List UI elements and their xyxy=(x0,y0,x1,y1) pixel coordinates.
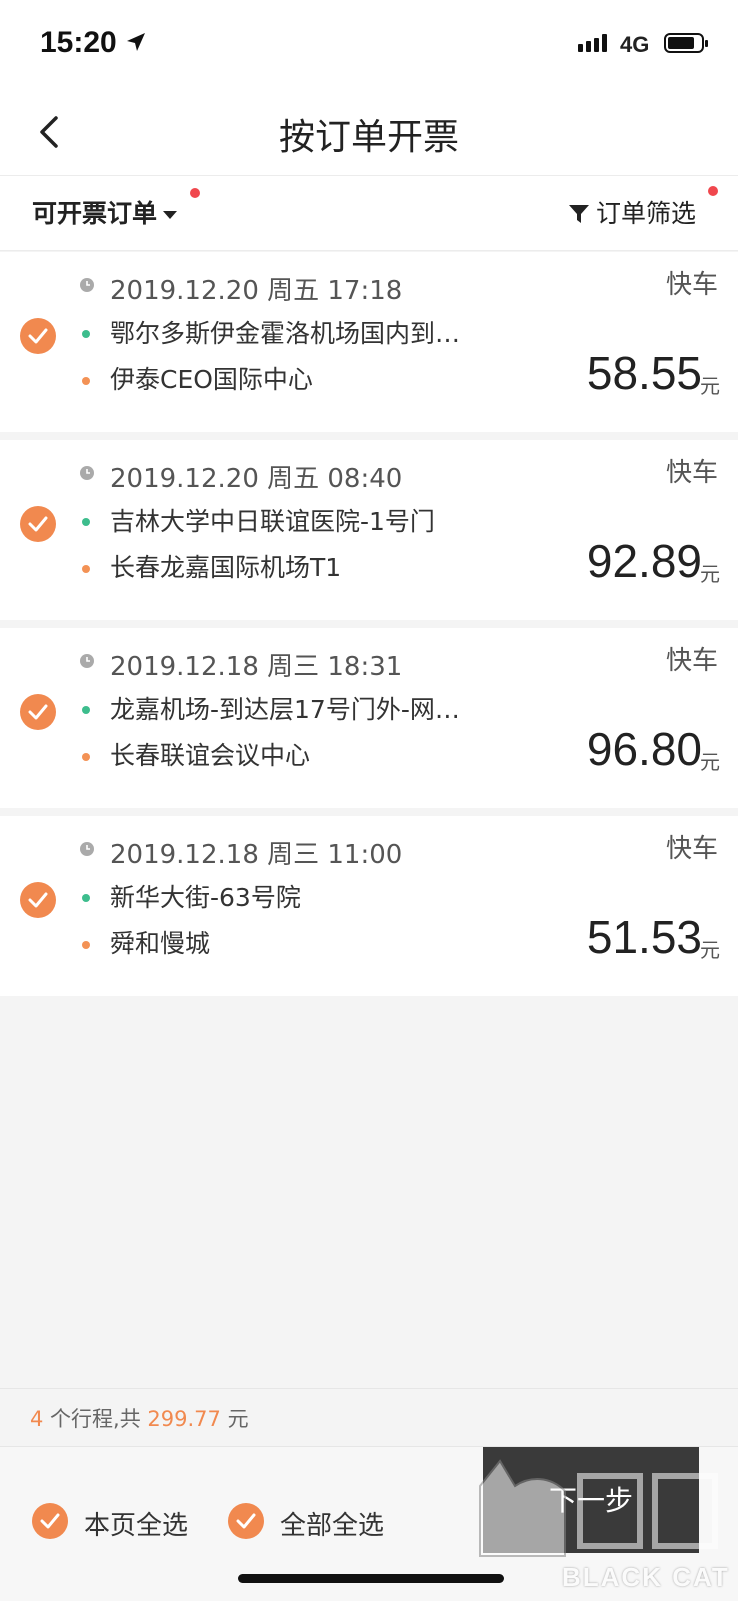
end-point-dot xyxy=(82,565,90,573)
start-point-dot xyxy=(82,706,90,714)
trip-count: 4 xyxy=(30,1407,44,1431)
order-card[interactable]: 2019.12.18 周三 11:00 快车 新华大街-63号院 舜和慢城 51… xyxy=(0,816,738,1004)
order-datetime: 2019.12.18 周三 11:00 xyxy=(110,840,403,870)
start-point-dot xyxy=(82,518,90,526)
select-all-label: 全部全选 xyxy=(280,1511,385,1541)
funnel-icon xyxy=(568,205,589,223)
order-card[interactable]: 2019.12.18 周三 18:31 快车 龙嘉机场-到达层17号门外-网… … xyxy=(0,628,738,816)
order-type: 快车 xyxy=(665,458,718,488)
order-price: 96.80 xyxy=(586,723,702,775)
home-indicator xyxy=(238,1574,504,1583)
end-point-dot xyxy=(82,377,90,385)
order-to: 长春联谊会议中心 xyxy=(110,741,311,770)
notification-dot xyxy=(190,188,200,198)
location-arrow-icon xyxy=(127,33,145,51)
order-datetime: 2019.12.18 周三 18:31 xyxy=(110,652,403,682)
black-cat-logo-icon xyxy=(479,1459,718,1557)
checked-circle-icon[interactable] xyxy=(20,882,56,918)
clock-icon xyxy=(80,842,94,856)
start-point-dot xyxy=(82,894,90,902)
clock-icon xyxy=(80,278,94,292)
order-currency: 元 xyxy=(700,374,720,398)
order-price: 51.53 xyxy=(586,911,702,963)
order-price: 58.55 xyxy=(586,347,702,399)
filter-label: 订单筛选 xyxy=(595,199,696,228)
order-datetime: 2019.12.20 周五 17:18 xyxy=(110,276,403,306)
order-filter-button[interactable]: 订单筛选 xyxy=(568,194,696,230)
clock-icon xyxy=(80,654,94,668)
select-all-toggle[interactable]: 全部全选 xyxy=(228,1503,398,1543)
order-to: 长春龙嘉国际机场T1 xyxy=(110,553,342,582)
order-type: 快车 xyxy=(665,834,718,864)
checked-circle-icon[interactable] xyxy=(20,694,56,730)
page-title: 按订单开票 xyxy=(278,117,459,158)
black-cat-watermark: BLACK CAT xyxy=(470,1456,730,1596)
network-type: 4G xyxy=(620,32,650,57)
summary-text: 4 个行程,共 299.77 元 xyxy=(30,1403,249,1433)
total-unit: 元 xyxy=(220,1407,249,1431)
order-currency: 元 xyxy=(700,750,720,774)
start-point-dot xyxy=(82,330,90,338)
order-from: 鄂尔多斯伊金霍洛机场国内到… xyxy=(110,319,461,348)
select-page-label: 本页全选 xyxy=(84,1511,189,1541)
clock-icon xyxy=(80,466,94,480)
total-amount: 299.77 xyxy=(147,1407,221,1431)
order-currency: 元 xyxy=(700,938,720,962)
checked-circle-icon xyxy=(228,1503,264,1539)
order-card[interactable]: 2019.12.20 周五 08:40 快车 吉林大学中日联谊医院-1号门 长春… xyxy=(0,440,738,628)
order-from: 吉林大学中日联谊医院-1号门 xyxy=(110,507,435,536)
order-price: 92.89 xyxy=(586,535,702,587)
order-card[interactable]: 2019.12.20 周五 17:18 快车 鄂尔多斯伊金霍洛机场国内到… 伊泰… xyxy=(0,252,738,440)
status-bar: 15:20 4G xyxy=(0,0,738,90)
order-from: 新华大街-63号院 xyxy=(110,883,301,912)
filter-bar: 可开票订单 订单筛选 xyxy=(0,176,738,251)
watermark-text: BLACK CAT xyxy=(562,1562,730,1592)
order-datetime: 2019.12.20 周五 08:40 xyxy=(110,464,403,494)
checked-circle-icon xyxy=(32,1503,68,1539)
select-page-toggle[interactable]: 本页全选 xyxy=(32,1503,202,1543)
order-to: 舜和慢城 xyxy=(110,929,211,958)
order-type: 快车 xyxy=(665,270,718,300)
dropdown-label: 可开票订单 xyxy=(32,199,158,228)
summary-label: 个行程,共 xyxy=(43,1407,148,1431)
order-to: 伊泰CEO国际中心 xyxy=(110,365,313,394)
invoiceable-orders-dropdown[interactable]: 可开票订单 xyxy=(32,194,178,230)
order-type: 快车 xyxy=(665,646,718,676)
caret-down-icon xyxy=(163,211,178,219)
notification-dot xyxy=(708,186,718,196)
end-point-dot xyxy=(82,753,90,761)
order-currency: 元 xyxy=(700,562,720,586)
nav-bar: 按订单开票 xyxy=(0,90,738,176)
battery-icon xyxy=(664,33,708,53)
order-from: 龙嘉机场-到达层17号门外-网… xyxy=(110,695,460,724)
trip-summary: 4 个行程,共 299.77 元 xyxy=(0,1388,738,1445)
end-point-dot xyxy=(82,941,90,949)
status-time: 15:20 xyxy=(40,26,117,59)
checked-circle-icon[interactable] xyxy=(20,318,56,354)
checked-circle-icon[interactable] xyxy=(20,506,56,542)
order-list: 2019.12.20 周五 17:18 快车 鄂尔多斯伊金霍洛机场国内到… 伊泰… xyxy=(0,252,738,1004)
